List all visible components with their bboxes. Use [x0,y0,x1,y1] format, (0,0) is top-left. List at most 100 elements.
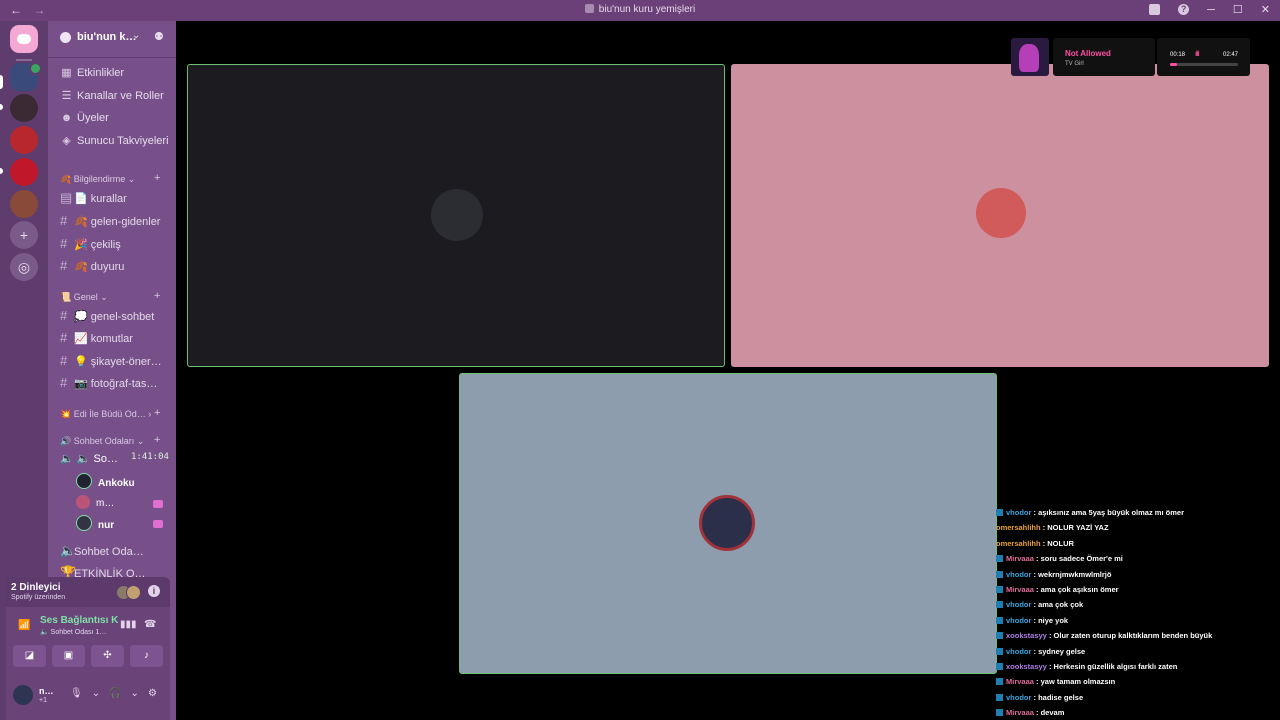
chat-message: Mirvaaa : soru sadece Ömer'e mi [996,551,1280,566]
calendar-icon: ▦ [61,67,72,79]
chat-text: : NOLUR YAZİ YAZ [1040,523,1109,533]
progress-track [1170,63,1238,66]
activities-button[interactable]: ✣ [91,645,124,667]
channel-cekilis[interactable]: # 🎉 çekiliş [60,235,121,253]
signal-icon[interactable]: 📶 [18,620,30,631]
channel-genel-sohbet[interactable]: # 💭 genel-sohbet [60,307,154,325]
server-header[interactable]: biu'nun k… ⌄ ⚉ [48,21,176,58]
maximize-button[interactable]: ☐ [1233,3,1243,16]
platform-icon [996,509,1003,516]
voice-channel-sohbet[interactable]: 🔈Sohbet Oda… [60,542,144,560]
avatar [431,189,483,241]
chevron-down-icon[interactable]: ⌄ [131,688,139,699]
category-genel[interactable]: 📜 Genel ⌄ [60,292,108,303]
chat-username: vhodor [1006,569,1032,579]
category-edi[interactable]: 💥 Edi İle Büdü Od… › [60,409,151,420]
menu-boosts[interactable]: ◈ Sunucu Takviyeleri [60,132,168,150]
progress-fill [1170,63,1178,66]
add-channel-icon[interactable]: + [154,407,160,419]
channel-gelen-gidenler[interactable]: # 🍂 gelen-gidenler [60,212,160,230]
user-name[interactable]: n… [39,686,54,696]
server-icon-2[interactable] [10,94,38,122]
category-sohbet[interactable]: 🔊 Sohbet Odaları ⌄ [60,436,144,447]
menu-members[interactable]: ☻ Üyeler [60,109,109,127]
chat-username: Mirvaaa [1006,708,1034,718]
explore-button[interactable]: ◎ [10,253,38,281]
menu-events[interactable]: ▦ Etkinlikler [60,64,124,82]
chat-message: Mirvaaa : yaw tamam olmazsın [996,674,1280,689]
share-screen-button[interactable]: ▣ [52,645,85,667]
server-name: biu'nun k… [77,31,137,43]
chevron-down-icon[interactable]: ⌄ [92,688,100,699]
minimize-button[interactable]: ─ [1207,4,1215,16]
gear-icon[interactable]: ⚙ [148,688,157,699]
platform-icon [996,678,1003,686]
add-channel-icon[interactable]: + [154,290,160,302]
current-time: 00:18 [1170,52,1186,58]
avatar [76,515,92,531]
total-time: 02:47 [1223,52,1239,58]
chat-text: : yaw tamam olmazsın [1033,677,1116,687]
video-tile[interactable] [187,64,725,367]
platform-icon [996,601,1003,609]
platform-icon [996,585,1003,593]
voice-member[interactable]: Ankoku [76,473,135,491]
hash-icon: # [60,213,68,228]
user-controls: 🎙 ⌄ 🎧 ⌄ ⚙ [70,688,157,699]
menu-channels-roles[interactable]: ☰ Kanallar ve Roller [60,87,164,105]
noise-suppression-icon[interactable]: ▮▮▮ [120,619,137,630]
window-controls: ? ─ ☐ ✕ [1149,3,1270,16]
chevron-down-icon: ⌄ [132,30,141,41]
listeners-count: 2 Dinleyici [11,582,61,593]
hash-icon: # [60,308,68,323]
platform-icon [996,693,1003,701]
voice-member[interactable]: m… [76,495,163,513]
inbox-icon[interactable] [1149,4,1161,15]
camera-off-button[interactable]: ◪ [13,645,46,667]
home-button[interactable] [10,25,38,53]
channel-komutlar[interactable]: # 📈 komutlar [60,329,133,347]
category-bilgilendirme[interactable]: 🍂 Bilgilendirme ⌄ [60,174,135,185]
selected-server-indicator [0,75,3,89]
server-icon-5[interactable] [10,190,38,218]
chat-username: vhodor [1006,508,1032,517]
chat-username: vhodor [1006,692,1032,702]
voice-channel-active[interactable]: 🔈 🔈 So… 1:41:04 [60,452,169,465]
server-icon-3[interactable] [10,126,38,154]
add-server-button[interactable]: + [10,221,38,249]
channel-duyuru[interactable]: # 🍂 duyuru [60,257,124,275]
rules-icon: ▤ [60,190,73,205]
soundboard-button[interactable]: ♪ [130,645,163,667]
voice-member[interactable]: nur [76,515,163,533]
video-tile[interactable] [731,64,1269,367]
channel-sikayet[interactable]: # 💡 şikayet-öner… [60,352,162,370]
headphones-icon[interactable]: 🎧 [109,688,121,699]
invite-icon[interactable]: ⚉ [154,30,164,43]
info-icon[interactable]: i [148,585,160,597]
avatar[interactable] [13,685,33,705]
platform-icon [996,632,1003,640]
close-button[interactable]: ✕ [1261,3,1270,16]
platform-icon [996,570,1003,578]
chat-text: : aşıksınız ama 5yaş büyük olmaz mı ömer [1031,508,1185,517]
channel-fotograf[interactable]: # 📷 fotoğraf-tas… [60,374,157,392]
add-channel-icon[interactable]: + [154,434,160,446]
microphone-icon[interactable]: 🎙 [70,688,83,699]
chat-message: omersahlihh : NOLUR [996,536,1280,551]
streaming-icon [153,520,163,528]
disconnect-icon[interactable]: ☎ [144,619,156,630]
platform-icon [996,662,1003,670]
help-icon[interactable]: ? [1178,4,1190,15]
add-channel-icon[interactable]: + [154,172,160,184]
chat-text: : soru sadece Ömer'e mi [1033,554,1123,564]
chat-message: vhodor : aşıksınız ama 5yaş büyük olmaz … [996,505,1280,520]
chat-username: omersahlihh [996,538,1041,548]
listening-bar[interactable]: 2 Dinleyici Spotify üzerinden i [6,577,170,607]
chat-text: : sydney gelse [1031,646,1086,656]
channel-kurallar[interactable]: ▤ 📄 kurallar [60,189,127,207]
chat-username: vhodor [1006,600,1032,610]
chat-username: vhodor [1006,615,1032,625]
video-tile[interactable] [459,373,997,674]
server-icon-4[interactable] [10,158,38,186]
voice-connected-label[interactable]: Ses Bağlantısı K [40,615,118,626]
